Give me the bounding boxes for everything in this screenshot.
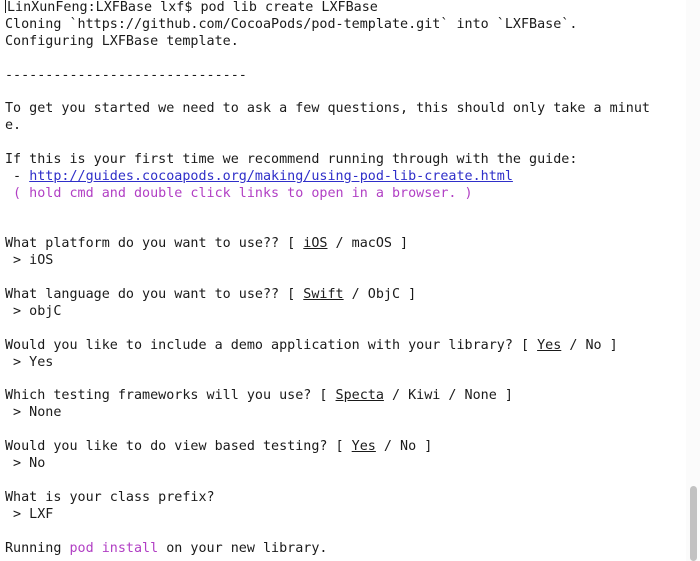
language-answer: > objC — [5, 304, 62, 320]
prompt-command: LinXunFeng:LXFBase lxf$ pod lib create L… — [7, 0, 378, 15]
intro-line-1: To get you started we need to ask a few … — [5, 101, 650, 117]
demo-question: Would you like to include a demo applica… — [5, 338, 685, 355]
guide-intro-line: If this is your first time we recommend … — [5, 152, 578, 168]
testing-question: Which testing frameworks will you use? [… — [5, 388, 685, 405]
guide-link-line: - http://guides.cocoapods.org/making/usi… — [5, 169, 685, 186]
vertical-scrollbar[interactable] — [686, 0, 700, 561]
testing-answer: > None — [5, 405, 62, 421]
question-text: Would you like to include a demo applica… — [5, 337, 538, 353]
other-options: / ObjC ] — [343, 287, 417, 303]
question-text: Which testing frameworks will you use? [ — [5, 388, 336, 404]
configuring-line: Configuring LXFBase template. — [5, 33, 239, 49]
viewtest-answer: > No — [5, 456, 46, 472]
language-question: What language do you want to use?? [ Swi… — [5, 287, 685, 304]
running-line: Running pod install on your new library. — [5, 541, 685, 558]
guide-dash: - — [5, 168, 30, 184]
guide-link[interactable]: http://guides.cocoapods.org/making/using… — [29, 169, 513, 184]
terminal-window[interactable]: LinXunFeng:LXFBase lxf$ pod lib create L… — [0, 0, 700, 561]
pod-install-command: pod install — [69, 540, 159, 556]
viewtest-question: Would you like to do view based testing?… — [5, 439, 685, 456]
cloning-line: Cloning `https://github.com/CocoaPods/po… — [5, 16, 578, 32]
question-text: What platform do you want to use?? [ — [5, 236, 304, 252]
demo-answer: > Yes — [5, 354, 54, 370]
question-text: What language do you want to use?? [ — [5, 287, 304, 303]
other-options: / Kiwi / None ] — [383, 388, 513, 404]
default-option: Specta — [335, 388, 384, 404]
default-option: iOS — [303, 236, 328, 252]
intro-line-2: e. — [5, 118, 22, 134]
cursor-marker — [5, 0, 6, 13]
terminal-output[interactable]: LinXunFeng:LXFBase lxf$ pod lib create L… — [5, 0, 685, 557]
default-option: Yes — [537, 337, 562, 353]
platform-answer: > iOS — [5, 253, 54, 269]
scrollbar-thumb[interactable] — [690, 486, 697, 561]
running-text: Running — [5, 540, 70, 556]
default-option: Swift — [303, 287, 344, 303]
prefix-question: What is your class prefix? — [5, 489, 215, 505]
separator-line: ------------------------------ — [5, 67, 247, 83]
question-text: Would you like to do view based testing?… — [5, 439, 352, 455]
other-options: / No ] — [375, 439, 433, 455]
other-options: / macOS ] — [327, 236, 409, 252]
prefix-answer: > LXF — [5, 506, 54, 522]
prompt-line: LinXunFeng:LXFBase lxf$ pod lib create L… — [5, 0, 685, 17]
other-options: / No ] — [561, 337, 618, 353]
running-text-end: on your new library. — [158, 540, 328, 556]
guide-hint-line: ( hold cmd and double click links to ope… — [5, 185, 473, 201]
default-option: Yes — [351, 439, 376, 455]
platform-question: What platform do you want to use?? [ iOS… — [5, 236, 685, 253]
